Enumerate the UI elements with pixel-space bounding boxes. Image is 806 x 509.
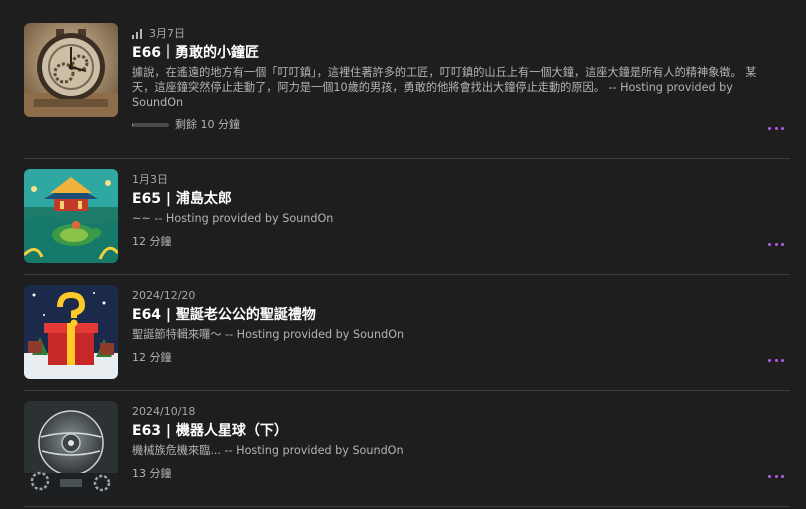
episode-row[interactable]: 1月3日 E65 | 浦島太郎 ~~ -- Hosting provided b… xyxy=(24,169,790,275)
episode-date: 2024/10/18 xyxy=(132,405,196,418)
episode-duration: 13 分鐘 xyxy=(132,467,172,480)
episode-row[interactable]: 2024/12/20 E64 | 聖誕老公公的聖誕禮物 聖誕節特輯來囉～ -- … xyxy=(24,285,790,391)
episode-duration: 12 分鐘 xyxy=(132,351,172,364)
playback-progress xyxy=(132,123,169,127)
more-options-icon[interactable] xyxy=(768,239,784,249)
episode-artwork[interactable] xyxy=(24,169,118,263)
episode-artwork[interactable] xyxy=(24,401,118,495)
episode-title[interactable]: E65 | 浦島太郎 xyxy=(132,190,762,208)
more-options-icon[interactable] xyxy=(768,123,784,133)
episode-description: 聖誕節特輯來囉～ -- Hosting provided by SoundOn xyxy=(132,328,405,341)
episode-description: 據說，在遙遠的地方有一個「叮叮鎮」，這裡住著許多的工匠，叮叮鎮的山丘上有一個大鐘… xyxy=(132,66,757,109)
episode-date: 3月7日 xyxy=(149,27,185,40)
episode-date: 2024/12/20 xyxy=(132,289,196,302)
episode-artwork[interactable] xyxy=(24,285,118,379)
episode-description: 機械族危機來臨... -- Hosting provided by SoundO… xyxy=(132,444,404,457)
episode-title[interactable]: E66｜勇敢的小鐘匠 xyxy=(132,44,762,62)
more-options-icon[interactable] xyxy=(768,471,784,481)
episode-artwork[interactable] xyxy=(24,23,118,117)
signal-bars-icon xyxy=(132,29,142,39)
episode-row[interactable]: 3月7日 E66｜勇敢的小鐘匠 據說，在遙遠的地方有一個「叮叮鎮」，這裡住著許多… xyxy=(24,23,790,159)
episode-title[interactable]: E64 | 聖誕老公公的聖誕禮物 xyxy=(132,306,762,324)
more-options-icon[interactable] xyxy=(768,355,784,365)
episode-duration: 12 分鐘 xyxy=(132,235,172,248)
episode-description: ~~ -- Hosting provided by SoundOn xyxy=(132,212,334,225)
episode-title[interactable]: E63 | 機器人星球（下） xyxy=(132,422,762,440)
episode-row[interactable]: 2024/10/18 E63 | 機器人星球（下） 機械族危機來臨... -- … xyxy=(24,401,790,507)
episode-duration: 剩餘 10 分鐘 xyxy=(175,118,240,131)
episode-date: 1月3日 xyxy=(132,173,168,186)
